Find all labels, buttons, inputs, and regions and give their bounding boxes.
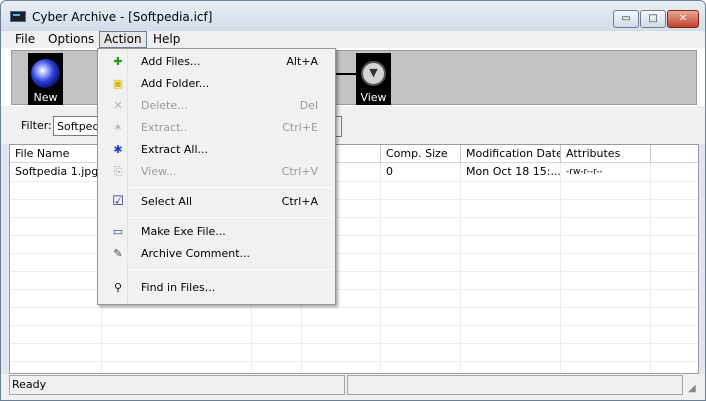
- menu-item-archive-comment[interactable]: ✎ Archive Comment...: [100, 243, 333, 265]
- column-file-name[interactable]: File Name: [10, 145, 102, 163]
- grid-column: [461, 163, 561, 373]
- menu-help[interactable]: Help: [149, 31, 184, 48]
- view-file-icon: ⎘: [113, 165, 123, 178]
- grid-line: [10, 307, 698, 308]
- grid-column: [10, 163, 102, 373]
- menu-item-label: Extract All...: [141, 143, 209, 156]
- delete-icon: ✕: [113, 99, 123, 112]
- status-bar: Ready ◢: [1, 374, 705, 400]
- new-button[interactable]: New: [28, 53, 63, 105]
- app-window: Cyber Archive - [Softpedia.icf] ▭ □ ✕ Fi…: [0, 0, 706, 401]
- menu-item-label: Add Files...: [141, 55, 201, 68]
- menu-item-label: View...: [141, 165, 177, 178]
- menu-item-label: Find in Files...: [141, 281, 216, 294]
- menu-item-make-exe[interactable]: ▭ Make Exe File...: [100, 221, 333, 243]
- menu-file[interactable]: File: [11, 31, 39, 48]
- column-modification-date[interactable]: Modification Date: [461, 145, 561, 163]
- cell-attributes: -rw-r--r--: [566, 167, 603, 177]
- menu-item-view[interactable]: ⎘ View... Ctrl+V: [100, 161, 333, 183]
- view-button-image: ▼: [356, 53, 391, 93]
- new-button-label: New: [28, 91, 63, 105]
- menu-options[interactable]: Options: [44, 31, 98, 48]
- menu-item-shortcut: Alt+A: [286, 55, 318, 68]
- column-comp-size[interactable]: Comp. Size: [381, 145, 461, 163]
- menu-item-shortcut: Ctrl+E: [282, 121, 318, 134]
- grid-column: [561, 163, 651, 373]
- menu-separator: [130, 187, 333, 188]
- title-bar: Cyber Archive - [Softpedia.icf] ▭ □ ✕: [1, 1, 705, 31]
- menu-item-add-files[interactable]: ✚ Add Files... Alt+A: [100, 51, 333, 73]
- grid-column: [381, 163, 461, 373]
- binoculars-icon: ⚲: [113, 281, 123, 294]
- cell-modification-date: Mon Oct 18 15:...: [466, 165, 561, 178]
- select-all-icon: ☑: [112, 194, 124, 209]
- menu-item-shortcut: Del: [299, 99, 318, 112]
- action-menu: ✚ Add Files... Alt+A ▣ Add Folder... ✕ D…: [97, 48, 336, 305]
- menu-item-add-folder[interactable]: ▣ Add Folder...: [100, 73, 333, 95]
- filter-label: Filter:: [21, 119, 52, 132]
- menu-item-label: Make Exe File...: [141, 225, 226, 238]
- cell-comp-size: 0: [386, 165, 393, 178]
- extract-all-icon: ✱: [113, 143, 123, 156]
- menu-item-label: Extract..: [141, 121, 188, 134]
- view-button-label: View: [356, 91, 391, 105]
- maximize-button[interactable]: □: [640, 10, 666, 28]
- menu-item-label: Add Folder...: [141, 77, 210, 90]
- minimize-button[interactable]: ▭: [613, 10, 639, 28]
- resize-grip-icon[interactable]: ◢: [688, 383, 699, 394]
- window-title: Cyber Archive - [Softpedia.icf]: [32, 10, 213, 24]
- grid-line: [10, 361, 698, 362]
- menu-item-find-in-files[interactable]: ⚲ Find in Files...: [100, 277, 333, 299]
- menu-separator: [130, 269, 333, 270]
- menu-item-label: Archive Comment...: [141, 247, 251, 260]
- menu-item-extract-all[interactable]: ✱ Extract All...: [100, 139, 333, 161]
- menu-action[interactable]: Action: [99, 31, 147, 48]
- add-folder-icon: ▣: [112, 77, 124, 90]
- menu-item-select-all[interactable]: ☑ Select All Ctrl+A: [100, 191, 333, 213]
- new-button-image: [28, 53, 63, 93]
- app-icon: [10, 11, 26, 22]
- menu-item-shortcut: Ctrl+V: [281, 165, 318, 178]
- column-attributes[interactable]: Attributes: [561, 145, 651, 163]
- extract-icon: ✶: [113, 121, 123, 134]
- status-pane-right: [347, 375, 683, 395]
- orb-icon: [31, 59, 60, 88]
- make-exe-icon: ▭: [112, 225, 124, 238]
- view-icon: ▼: [361, 61, 386, 86]
- menu-item-delete[interactable]: ✕ Delete... Del: [100, 95, 333, 117]
- cell-file-name: Softpedia 1.jpg: [15, 165, 99, 178]
- menu-bar: File Options Action Help: [1, 31, 705, 48]
- menu-item-extract[interactable]: ✶ Extract.. Ctrl+E: [100, 117, 333, 139]
- menu-item-shortcut: Ctrl+A: [281, 195, 318, 208]
- grid-line: [10, 343, 698, 344]
- comment-icon: ✎: [113, 247, 123, 260]
- grid-line: [10, 325, 698, 326]
- status-text: Ready: [9, 375, 345, 395]
- menu-separator: [130, 217, 333, 218]
- add-files-icon: ✚: [113, 55, 123, 68]
- view-button[interactable]: ▼ View: [356, 53, 391, 105]
- close-button[interactable]: ✕: [667, 10, 699, 28]
- menu-item-label: Delete...: [141, 99, 188, 112]
- menu-item-label: Select All: [141, 195, 193, 208]
